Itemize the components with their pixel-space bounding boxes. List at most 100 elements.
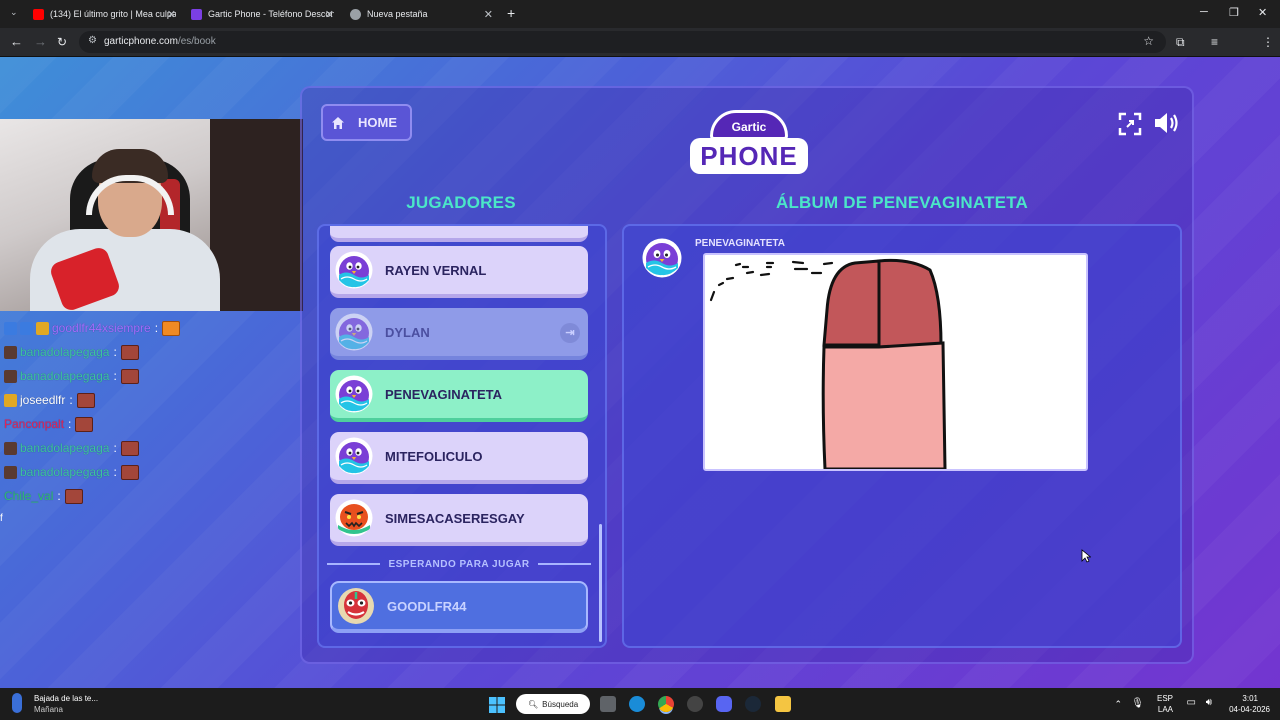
album-heading: ÁLBUM DE PENEVAGINATETA — [775, 193, 1029, 212]
chat-message: joseedlfr: — [4, 391, 95, 409]
browser-tab-bar: ⌄ (134) El último grito | Mea culpa ✕ Ga… — [0, 0, 1280, 28]
players-list[interactable]: RAYEN VERNAL DYLAN ⇥ PENEVAGINATETA MITEFOLI… — [317, 224, 607, 648]
clock-date[interactable]: 04-04-2026 — [1229, 705, 1270, 714]
gartic-game-panel: HOME Gartic PHONE JUGADORES ÁLBUM DE PEN… — [300, 86, 1194, 664]
chat-username[interactable]: Chile_val — [4, 489, 53, 503]
drawing-canvas — [709, 258, 947, 471]
fullscreen-icon[interactable] — [1118, 112, 1142, 136]
language-top[interactable]: ESP — [1157, 694, 1173, 703]
edge-icon[interactable] — [629, 696, 645, 712]
close-tab-icon[interactable]: ✕ — [167, 8, 176, 21]
player-card[interactable]: MITEFOLICULO — [330, 432, 588, 484]
chat-username[interactable]: joseedlfr — [20, 393, 65, 407]
network-icon[interactable]: ▭ — [1187, 697, 1196, 708]
close-tab-icon[interactable]: ✕ — [325, 8, 334, 21]
chat-username[interactable]: Panconpalt — [4, 417, 64, 431]
minimize-icon[interactable]: ─ — [1200, 6, 1208, 18]
chat-username[interactable]: banadolapegaga — [20, 465, 109, 479]
waiting-player-card[interactable]: GOODLFR44 — [330, 581, 588, 633]
home-button[interactable]: HOME — [321, 104, 412, 141]
player-card-partial[interactable] — [330, 226, 588, 242]
gartic-favicon-icon — [191, 8, 202, 20]
chat-separator: : — [154, 321, 159, 335]
file-explorer-icon[interactable] — [775, 696, 791, 712]
speaker-icon[interactable]: 🔊︎ — [1206, 697, 1212, 708]
clock-time[interactable]: 3:01 — [1242, 694, 1258, 703]
language-bottom[interactable]: LAA — [1158, 705, 1173, 714]
player-card[interactable]: DYLAN ⇥ — [330, 308, 588, 360]
chat-message: banadolapegaga: — [4, 343, 139, 361]
chat-stray-char: f — [0, 513, 3, 524]
chat-separator: : — [113, 369, 117, 383]
orange-monster-avatar-icon — [335, 499, 373, 537]
tab-youtube[interactable]: (134) El último grito | Mea culpa ✕ — [33, 4, 176, 24]
player-name: RAYEN VERNAL — [385, 262, 487, 278]
player-card[interactable]: RAYEN VERNAL — [330, 246, 588, 298]
windows-start-icon[interactable] — [489, 697, 505, 713]
obs-icon[interactable] — [687, 696, 703, 712]
chat-separator: : — [113, 345, 117, 359]
chat-username[interactable]: goodlfr44xsiempre — [52, 321, 151, 335]
tab-search-chevron-icon[interactable]: ⌄ — [10, 7, 18, 18]
chat-badge-icon — [4, 345, 17, 359]
chat-username[interactable]: banadolapegaga — [20, 345, 109, 359]
volume-icon[interactable] — [1152, 110, 1180, 136]
blue-bird-avatar-icon — [335, 375, 373, 413]
blue-bird-avatar-icon — [335, 437, 373, 475]
new-tab-icon[interactable]: + — [507, 5, 515, 21]
face-emote-icon — [120, 464, 139, 480]
search-icon: 🔍︎ — [528, 699, 539, 709]
chat-username[interactable]: banadolapegaga — [20, 369, 109, 383]
chat-badge-icon — [4, 321, 17, 335]
blue-bird-avatar-icon — [335, 251, 373, 289]
back-icon[interactable]: ← — [10, 34, 23, 49]
chat-badge-icon — [4, 369, 17, 383]
blue-bird-avatar-icon — [335, 313, 373, 351]
blue-bird-avatar-icon — [642, 238, 682, 278]
players-heading: JUGADORES — [406, 193, 516, 212]
album-drawing — [703, 253, 1088, 471]
address-bar[interactable]: ⚙ garticphone.com/es/book ☆ — [79, 31, 1166, 53]
microphone-icon[interactable]: 🎙︎ — [1131, 698, 1144, 709]
tray-chevron-up-icon[interactable]: ⌃ — [1114, 699, 1122, 710]
media-control-icon[interactable]: ≡ — [1211, 35, 1218, 49]
extensions-icon[interactable]: ⧉ — [1176, 35, 1185, 50]
players-scrollbar[interactable] — [599, 524, 602, 642]
steam-icon[interactable] — [745, 696, 761, 712]
face-emote-icon — [75, 416, 94, 432]
chat-message: banadolapegaga: — [4, 367, 139, 385]
reload-icon[interactable]: ↻ — [57, 35, 67, 49]
chat-username[interactable]: banadolapegaga — [20, 441, 109, 455]
chat-separator: : — [113, 441, 117, 455]
windows-taskbar: Bajada de las te... Mañana 🔍︎ Búsqueda ⌃… — [0, 688, 1280, 720]
close-window-icon[interactable]: ✕ — [1258, 6, 1267, 19]
browser-toolbar: ← → ↻ ⚙ garticphone.com/es/book ☆ ⧉ ≡ M … — [0, 28, 1280, 78]
luchador-avatar-icon — [338, 588, 374, 624]
player-name: PENEVAGINATETA — [385, 386, 503, 402]
url-text[interactable]: garticphone.com/es/book — [104, 36, 216, 47]
chat-badge-icon — [4, 393, 17, 407]
tab-new[interactable]: Nueva pestaña ✕ — [350, 4, 493, 24]
chat-badge-icon — [36, 321, 49, 335]
site-info-icon[interactable]: ⚙ — [88, 35, 97, 46]
chrome-favicon-icon — [350, 8, 361, 20]
chat-badge-icon — [4, 441, 17, 455]
chat-message: goodlfr44xsiempre: — [4, 319, 181, 337]
player-card[interactable]: PENEVAGINATETA — [330, 370, 588, 422]
discord-icon[interactable] — [716, 696, 732, 712]
tab-gartic[interactable]: Gartic Phone - Teléfono Descon ✕ — [191, 4, 334, 24]
tab-title: (134) El último grito | Mea culpa — [50, 9, 176, 19]
bookmark-star-icon[interactable]: ☆ — [1143, 34, 1154, 48]
close-tab-icon[interactable]: ✕ — [484, 8, 493, 21]
home-label: HOME — [358, 115, 397, 130]
page-viewport: goodlfr44xsiempre: banadolapegaga: banadol… — [0, 57, 1280, 688]
forward-icon[interactable]: → — [34, 34, 47, 49]
restore-icon[interactable]: ❐ — [1229, 6, 1239, 19]
taskbar-search[interactable]: 🔍︎ Búsqueda — [516, 694, 590, 714]
chat-badge-icon — [4, 465, 17, 479]
player-card[interactable]: SIMESACASERESGAY — [330, 494, 588, 546]
chrome-icon[interactable] — [658, 696, 674, 712]
menu-kebab-icon[interactable]: ⋮ — [1262, 35, 1274, 49]
task-view-icon[interactable] — [600, 696, 616, 712]
player-name: MITEFOLICULO — [385, 448, 483, 464]
